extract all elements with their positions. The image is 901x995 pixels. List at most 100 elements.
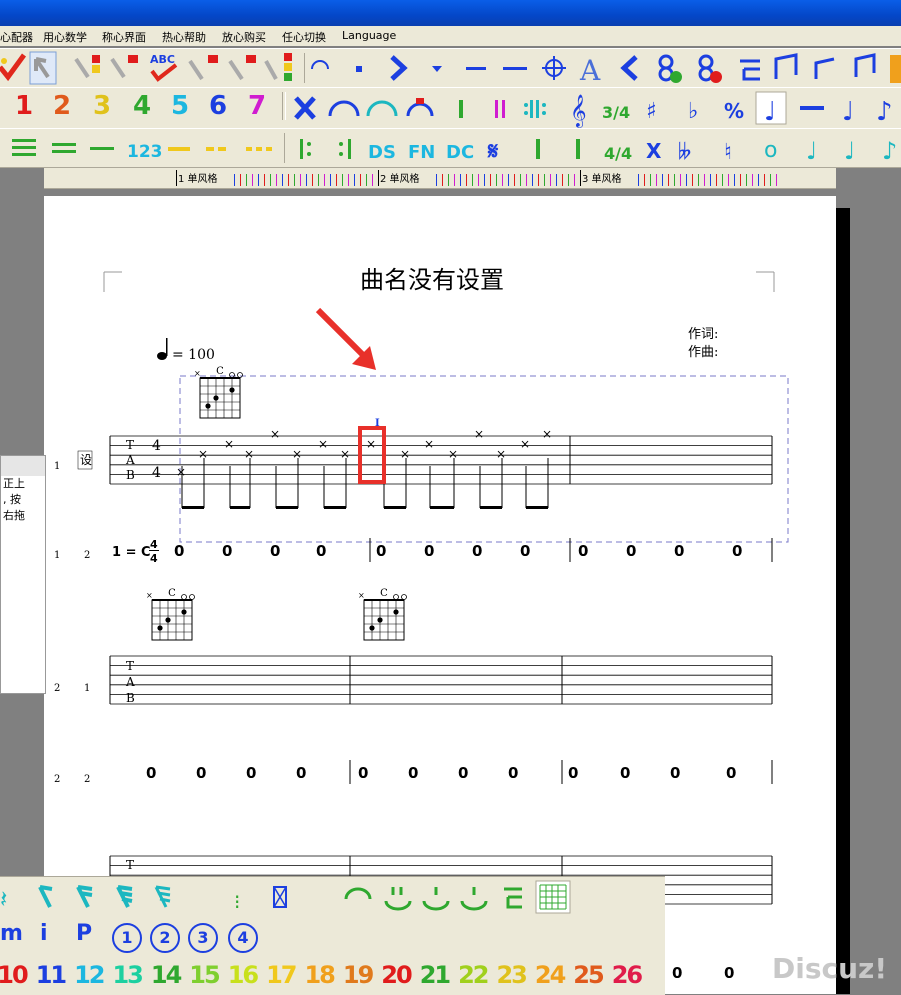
segno-icon[interactable]: 𝄋 [487, 137, 499, 165]
numbered-note[interactable]: 0 [732, 542, 742, 560]
numbered-note[interactable]: 0 [472, 542, 482, 560]
lines-2-icon[interactable] [52, 143, 76, 153]
numbered-note[interactable]: 0 [358, 764, 368, 782]
dot-icon[interactable] [356, 66, 362, 72]
numbered-note[interactable]: 0 [270, 542, 280, 560]
tab-x-note[interactable]: × [474, 427, 484, 441]
numbered-note[interactable]: 0 [508, 764, 518, 782]
fret-number-11-button[interactable]: 11 [32, 961, 68, 989]
fret-number-18-button[interactable]: 18 [301, 961, 337, 989]
numbered-notation-icon[interactable]: 123 [127, 142, 163, 162]
menu-item-0[interactable]: 心配器 [0, 29, 33, 45]
numbered-note[interactable]: 0 [376, 542, 386, 560]
score-title[interactable]: 曲名没有设置 [360, 266, 504, 294]
tab-x-note[interactable]: × [520, 437, 530, 451]
numbered-staff-2[interactable]: 0 0 0 0 0 0 0 0 0 0 0 0 [146, 760, 773, 784]
lyricist-label[interactable]: 作词: [688, 327, 718, 342]
treble-clef-icon[interactable]: 𝄞 [570, 94, 587, 128]
ruler-measure-1[interactable]: 1 单风格 [178, 170, 218, 185]
slur-icon[interactable] [366, 100, 398, 117]
arc-p-icon[interactable] [422, 887, 450, 911]
note-pair-icon[interactable] [854, 53, 876, 77]
double-flat-icon[interactable]: 𝄫 [678, 140, 691, 165]
lines-1-icon[interactable] [90, 147, 114, 150]
rest-bar-icon[interactable] [800, 106, 824, 110]
track-setting-label[interactable]: 设 [80, 453, 92, 467]
hammer-icon[interactable] [406, 102, 434, 117]
tab-x-note[interactable]: × [340, 447, 350, 461]
repeat-start-icon[interactable] [300, 139, 311, 159]
fret-number-22-button[interactable]: 22 [455, 961, 491, 989]
chevron-right-icon[interactable] [390, 55, 408, 81]
arrow-multi-icon[interactable] [228, 55, 256, 81]
string-2-button[interactable]: 2 [150, 923, 180, 953]
numbered-note[interactable]: 0 [726, 764, 736, 782]
fermata-icon[interactable] [311, 60, 329, 70]
rest-64-icon[interactable] [154, 885, 171, 908]
tab-x-note[interactable]: × [400, 447, 410, 461]
string-4-button[interactable]: 4 [228, 923, 258, 953]
fret-number-17-button[interactable]: 17 [263, 961, 299, 989]
menu-item-2[interactable]: 称心界面 [102, 29, 146, 45]
numbered-note[interactable]: 0 [578, 542, 588, 560]
numbered-note[interactable]: 0 [408, 764, 418, 782]
tie-icon[interactable] [328, 100, 360, 117]
tab-x-note[interactable]: × [318, 437, 328, 451]
menu-item-3[interactable]: 热心帮助 [162, 29, 206, 45]
eighth-note-icon[interactable]: ♪ [876, 97, 893, 127]
numbered-staff-1[interactable]: 0 0 0 0 0 0 0 0 0 0 0 0 [174, 538, 773, 562]
numbered-note[interactable]: 0 [174, 542, 184, 560]
tab-x-note[interactable]: × [542, 427, 552, 441]
repeat-mark-icon[interactable] [740, 59, 760, 81]
fret-number-20-button[interactable]: 20 [378, 961, 414, 989]
measure-ruler[interactable]: 1 单风格 2 单风格 3 单风格 [44, 168, 836, 189]
dots-arrow-icon[interactable]: ⁝ [234, 890, 240, 914]
flat-icon[interactable]: ♭ [688, 99, 698, 124]
half-note-teal-icon[interactable]: ♩ [806, 137, 817, 165]
half-note-icon[interactable]: ♩ [842, 97, 854, 127]
triangle-down-icon[interactable] [432, 66, 442, 72]
numbered-note[interactable]: 0 [670, 764, 680, 782]
string-1-button[interactable]: 1 [112, 923, 142, 953]
tab-x-note[interactable]: × [198, 447, 208, 461]
extra-tool-icon[interactable] [890, 55, 901, 83]
add-icon[interactable] [658, 54, 682, 83]
rest-16-icon[interactable]: 𝄽 [0, 885, 7, 913]
chord-diagram-c-2[interactable]: C× [146, 588, 195, 641]
x-note-button[interactable]: X [646, 139, 662, 163]
arrow-note-icon[interactable] [29, 51, 57, 85]
finger-p-button[interactable]: P [76, 921, 92, 946]
repeat-green-icon[interactable] [504, 887, 522, 909]
string-3-button[interactable]: 3 [188, 923, 218, 953]
tab-staff-1[interactable]: × × × × × × × × × × × × × × × × [109, 427, 773, 509]
numbered-note[interactable]: 0 [316, 542, 326, 560]
finger-i-button[interactable]: i [40, 921, 48, 946]
numbered-note[interactable]: 0 [520, 542, 530, 560]
tab-x-note[interactable]: × [244, 447, 254, 461]
double-barline-icon[interactable] [495, 100, 505, 118]
fret-number-24-button[interactable]: 24 [532, 961, 568, 989]
score-page[interactable]: 曲名没有设置 作词: 作曲: = 100 C × 1 设 × × × × × × × × × × × ×… [44, 196, 836, 994]
menu-item-5[interactable]: 任心切换 [282, 29, 326, 45]
numbered-note[interactable]: 0 [620, 764, 630, 782]
numbered-note[interactable]: 0 [674, 542, 684, 560]
chord-diagram-c-1[interactable]: C× [194, 366, 243, 419]
fret-number-21-button[interactable]: 21 [416, 961, 452, 989]
crosshair-icon[interactable] [542, 56, 566, 80]
arrow-traffic-icon[interactable] [74, 55, 100, 79]
fret-number-15-button[interactable]: 15 [186, 961, 222, 989]
eighth-note-teal-icon[interactable]: ♪ [882, 137, 897, 165]
repeat-end-icon[interactable] [339, 139, 351, 159]
fret-number-13-button[interactable]: 13 [109, 961, 145, 989]
numbered-note[interactable]: 0 [196, 764, 206, 782]
tab-x-note[interactable]: × [270, 427, 280, 441]
arrow-red-small-icon[interactable] [188, 55, 218, 81]
chord-diagram-c-3[interactable]: C× [358, 588, 407, 641]
rest-16b-icon[interactable] [76, 885, 93, 908]
selection-box[interactable] [179, 375, 789, 543]
tempo-marking[interactable]: = 100 [172, 347, 215, 363]
percent-icon[interactable]: % [724, 99, 744, 123]
rest-32-icon[interactable] [116, 885, 133, 908]
menu-item-language[interactable]: Language [342, 29, 396, 42]
check-icon[interactable] [0, 53, 27, 82]
